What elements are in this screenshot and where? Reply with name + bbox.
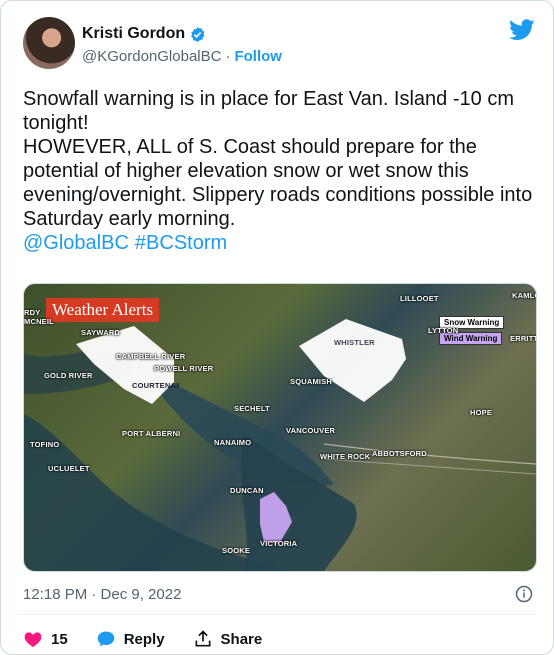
map-label-nanaimo: NANAIMO [214,438,252,447]
map-label-tofino: TOFINO [30,440,60,449]
reply-label: Reply [123,630,165,648]
heart-icon [24,632,42,647]
map-title: Weather Alerts [46,298,160,322]
map-label-sayward: SAYWARD [81,328,121,337]
tweet-card: Kristi Gordon @KGordonGlobalBC · Follow … [0,0,554,655]
twitter-bird-icon[interactable] [509,19,535,41]
map-label-kamloops: KAMLO [512,291,536,300]
tweet-header: Kristi Gordon @KGordonGlobalBC · Follow [23,17,535,73]
author-handle[interactable]: @KGordonGlobalBC [82,48,221,65]
verified-badge-icon [191,26,205,42]
tweet-timestamp[interactable]: 12:18 PM · Dec 9, 2022 [23,586,181,603]
map-label-squamish: SQUAMISH [290,377,333,386]
like-count: 15 [51,630,68,648]
mention-link[interactable]: @GlobalBC [23,231,129,255]
author-handle-row: @KGordonGlobalBC · Follow [82,48,282,65]
tweet-links: @GlobalBC #BCStorm [23,231,227,255]
avatar[interactable] [23,17,75,69]
map-label-hope: HOPE [470,408,493,417]
map-label-gold-river: GOLD RIVER [44,371,93,380]
map-label-mcneill: RDY MCNEIL [24,308,54,326]
tweet-text: Snowfall warning is in place for East Va… [23,88,533,230]
follow-button[interactable]: Follow [234,48,282,65]
hashtag-link[interactable]: #BCStorm [135,231,227,255]
map-label-duncan: DUNCAN [230,486,264,495]
map-label-sooke: SOOKE [222,546,251,555]
map-label-white-rock: WHITE ROCK [320,452,371,461]
map-label-courtenay: COURTENAY [132,381,181,390]
map-label-powell-river: POWELL RIVER [154,364,214,373]
map-label-lillooet: LILLOOET [400,294,439,303]
map-label-whistler: WHISTLER [334,338,375,347]
info-icon[interactable] [515,585,533,603]
map-label-ucluelet: UCLUELET [48,464,90,473]
map-label-sechelt: SECHELT [234,404,270,413]
weather-alerts-map[interactable]: Weather Alerts Snow Warning Wind Warning… [23,283,537,572]
map-label-campbell-river: CAMPBELL RIVER [116,352,186,361]
divider [17,614,537,615]
reply-button[interactable]: Reply [96,629,165,649]
map-label-port-alberni: PORT ALBERNI [122,429,181,438]
map-label-vancouver: VANCOUVER [286,426,336,435]
like-button[interactable]: 15 [23,629,68,649]
reply-bubble-icon [97,631,115,647]
share-label: Share [220,630,263,648]
author-name[interactable]: Kristi Gordon [82,25,185,43]
map-label-abbotsford: ABBOTSFORD [372,449,427,458]
separator-dot: · [225,48,231,65]
share-button[interactable]: Share [193,629,263,649]
map-label-lytton: LYTTON [428,326,459,335]
author-name-row: Kristi Gordon [82,25,206,43]
map-label-merritt: ERRITT [510,334,537,343]
share-icon [195,630,211,647]
map-label-victoria: VICTORIA [260,539,298,548]
action-bar: 15 Reply Share [23,629,290,649]
